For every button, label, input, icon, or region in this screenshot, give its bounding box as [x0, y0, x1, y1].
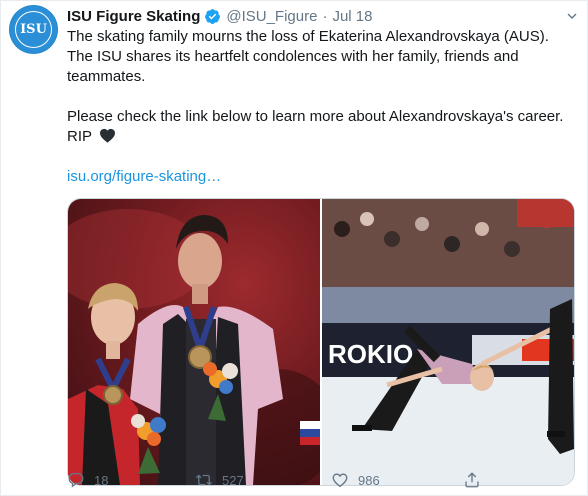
- rink-banner-text: ROKIO: [328, 339, 413, 369]
- chevron-down-icon[interactable]: [567, 11, 577, 21]
- reply-count: 18: [94, 472, 109, 488]
- photo-pair-skating[interactable]: ROKIO: [322, 199, 574, 485]
- rip-text: RIP: [67, 128, 92, 145]
- display-name[interactable]: ISU Figure Skating: [67, 8, 200, 25]
- tweet-actions: 18 527 986: [67, 471, 481, 489]
- photo-medalists[interactable]: [68, 199, 320, 485]
- heart-icon: [332, 473, 348, 488]
- tweet-content: ISU Figure Skating @ISU_Figure · Jul 18 …: [67, 5, 577, 486]
- tweet-media[interactable]: ROKIO: [67, 198, 575, 486]
- retweet-icon: [196, 474, 212, 486]
- like-count: 986: [358, 472, 380, 488]
- user-handle[interactable]: @ISU_Figure: [226, 8, 317, 25]
- medalists-illustration: [68, 209, 320, 485]
- separator-dot: ·: [322, 7, 328, 25]
- tweet-header: ISU Figure Skating @ISU_Figure · Jul 18: [67, 5, 577, 27]
- pair-skating-illustration: ROKIO: [322, 199, 574, 485]
- tweet-paragraph-3: RIP: [67, 127, 577, 147]
- isu-logo-text: ISU: [15, 11, 52, 48]
- tweet-card[interactable]: ISU ISU Figure Skating @ISU_Figure · Jul…: [0, 0, 588, 496]
- black-heart-icon: [99, 128, 115, 143]
- avatar[interactable]: ISU: [9, 5, 58, 54]
- tweet-paragraph-2: Please check the link below to learn mor…: [67, 108, 564, 125]
- tweet-text: The skating family mourns the loss of Ek…: [67, 27, 577, 147]
- retweet-count: 527: [222, 472, 244, 488]
- reply-icon: [68, 472, 84, 488]
- like-button[interactable]: 986: [331, 471, 463, 489]
- retweet-button[interactable]: 527: [195, 471, 331, 489]
- reply-button[interactable]: 18: [67, 471, 195, 489]
- share-icon: [465, 472, 479, 488]
- tweet-paragraph-1: The skating family mourns the loss of Ek…: [67, 28, 549, 85]
- tweet-date[interactable]: Jul 18: [332, 8, 372, 25]
- verified-badge-icon: [205, 8, 221, 24]
- tweet-link[interactable]: isu.org/figure-skating…: [67, 167, 577, 187]
- share-button[interactable]: [463, 471, 481, 489]
